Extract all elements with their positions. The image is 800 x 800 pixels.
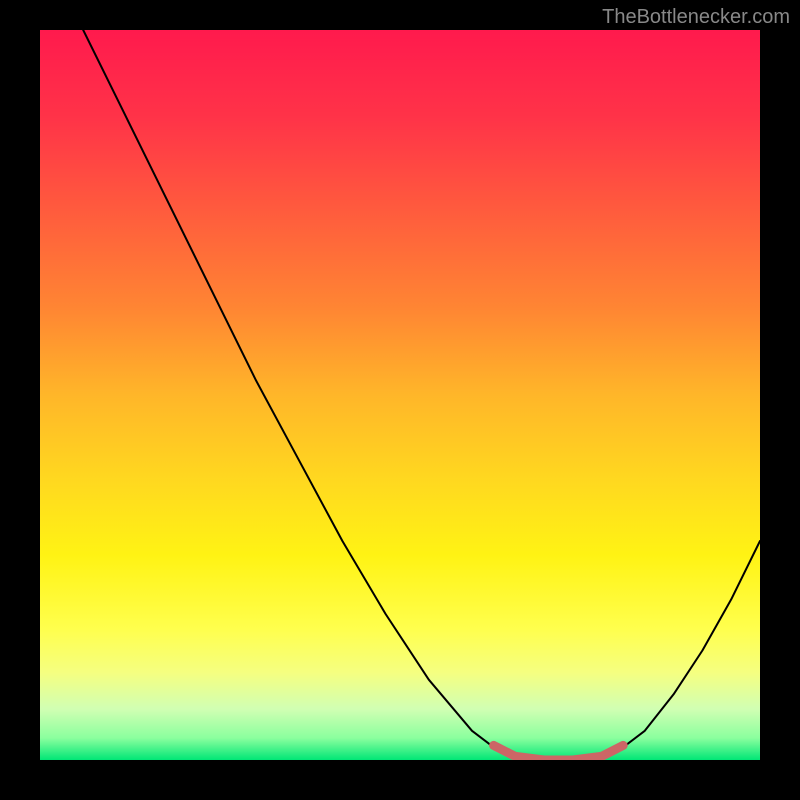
plot-area bbox=[40, 30, 760, 760]
gradient-background bbox=[40, 30, 760, 760]
chart-container: TheBottlenecker.com bbox=[0, 0, 800, 800]
watermark-text: TheBottlenecker.com bbox=[602, 6, 790, 29]
chart-svg bbox=[40, 30, 760, 760]
